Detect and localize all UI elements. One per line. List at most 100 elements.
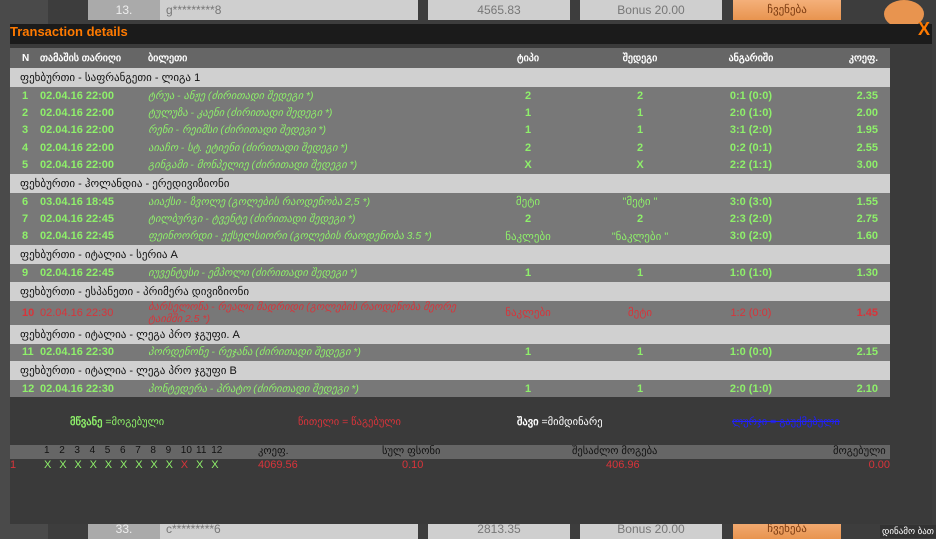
summary-possible: 406.96 [606, 459, 640, 471]
cell-type: 2 [478, 87, 579, 105]
color-legend: მწვანე =მოგებული წითელი = წაგებული შავი … [10, 416, 932, 436]
table-row: 3 02.04.16 22:00 რენი - რეიმსი (ძირითადი შ… [10, 121, 890, 140]
league-group-row: ფეხბურთი - ჰოლანდია - ერედივიზიონი [10, 173, 890, 193]
show-button[interactable]: ჩვენება [733, 0, 841, 20]
legend-black: შავი =მიმდინარე [517, 416, 603, 428]
event-status-mark: X [196, 459, 204, 471]
cell-ticket: რენი - რეიმსი (ძირითადი შედეგი *) [148, 121, 478, 140]
bonus: Bonus 20.00 [580, 0, 722, 20]
cell-date: 02.04.16 22:00 [40, 139, 148, 157]
cell-coef: 2.75 [799, 210, 890, 228]
column-header: N [10, 48, 40, 68]
cell-coef: 2.55 [799, 139, 890, 157]
event-number: 2 [59, 445, 65, 456]
cell-coef: 2.35 [799, 87, 890, 105]
event-status-mark: X [135, 459, 143, 471]
summary-row: 1 4069.56 0.10 406.96 0.00 XXXXXXXXXXXX [10, 459, 890, 473]
column-header: ანგარიში [701, 48, 800, 68]
cell-n: 9 [10, 264, 40, 282]
league-name: ფეხბურთი - იტალია - ლეგა პრო ჯგუფი. A [10, 324, 890, 344]
cell-score: 3:1 (2:0) [701, 121, 800, 140]
table-row: 7 02.04.16 22:45 ტილბურგი - ტვენტე (ძირითა… [10, 210, 890, 228]
summary-stake: 0.10 [402, 459, 424, 471]
cell-result: "მეტი " [578, 192, 702, 211]
cell-result: 1 [578, 264, 702, 282]
amount: 4565.83 [428, 0, 570, 20]
event-number: 10 [180, 445, 192, 456]
corner-label: დინამო ბათ [880, 525, 936, 538]
cell-score: 2:3 (2:0) [701, 210, 800, 228]
league-name: ფეხბურთი - საფრანგეთი - ლიგა 1 [10, 68, 890, 87]
cell-date: 02.04.16 22:00 [40, 156, 148, 174]
cell-coef: 1.60 [799, 227, 890, 246]
event-status-mark: X [74, 459, 82, 471]
cell-ticket: აიაქსი - ზვოლე (გოლების რაოდენობა 2,5 *) [148, 192, 478, 211]
cell-type: 1 [478, 343, 579, 361]
cell-n: 11 [10, 343, 40, 361]
league-name: ფეხბურთი - იტალია - სერია A [10, 245, 890, 265]
cell-type: 1 [478, 121, 579, 140]
event-status-mark: X [165, 459, 173, 471]
event-status-mark: X [120, 459, 128, 471]
cell-n: 12 [10, 379, 40, 398]
cell-n: 7 [10, 210, 40, 228]
transactions-table: Nთამაშის თარიღი ბილეთი ტიპი შედეგი ანგარიში კ… [10, 48, 890, 398]
event-number: 7 [135, 445, 141, 456]
cell-result: 1 [578, 343, 702, 361]
close-button[interactable]: X [918, 20, 930, 38]
cell-ticket: ტრუა - ანჟე (ძირითადი შედეგი *) [148, 87, 478, 105]
cell-result: 2 [578, 210, 702, 228]
cell-score: 0:1 (0:0) [701, 87, 800, 105]
event-status-mark: X [59, 459, 67, 471]
cell-coef: 1.45 [799, 300, 890, 325]
cell-type: 1 [478, 264, 579, 282]
cell-date: 02.04.16 22:00 [40, 87, 148, 105]
cell-n: 8 [10, 227, 40, 246]
league-name: ფეხბურთი - ესპანეთი - პრიმერა დივიზიონი [10, 281, 890, 301]
cell-date: 02.04.16 22:30 [40, 343, 148, 361]
cell-type: 2 [478, 139, 579, 157]
event-status-mark: X [211, 459, 219, 471]
rank: 13. [88, 0, 160, 20]
summary-n: 1 [10, 459, 17, 471]
leaderboard-row: 13. g*********8 4565.83 Bonus 20.00 ჩვენ… [0, 0, 936, 28]
column-header: ტიპი [478, 48, 579, 68]
league-group-row: ფეხბურთი - ესპანეთი - პრიმერა დივიზიონი [10, 281, 890, 301]
cell-ticket: პორდენონე - რეჯანა (ძირითადი შედეგი *) [148, 343, 478, 361]
table-row: 2 02.04.16 22:00 ტულუზა - კაენი (ძირითადი … [10, 104, 890, 122]
summary-won: 0.00 [868, 459, 890, 471]
cell-date: 02.04.16 22:30 [40, 300, 148, 325]
cell-result: 2 [578, 87, 702, 105]
event-number: 6 [120, 445, 126, 456]
cell-type: ნაკლები [478, 227, 579, 246]
table-row: 11 02.04.16 22:30 პორდენონე - რეჯანა (ძირი… [10, 343, 890, 361]
cell-coef: 3.00 [799, 156, 890, 174]
league-group-row: ფეხბურთი - იტალია - ლეგა პრო ჯგუფი B [10, 360, 890, 380]
event-number: 5 [104, 445, 111, 456]
cell-type: მეტი [478, 192, 579, 211]
cell-n: 5 [10, 156, 40, 174]
cell-date: 02.04.16 22:45 [40, 227, 148, 246]
cell-ticket: ბარსელონა - რეალი მადრიდი (გოლების რაოდე… [148, 300, 478, 325]
event-number: 1 [44, 445, 50, 456]
cell-score: 2:0 (1:0) [701, 379, 800, 398]
legend-blue: ლურჯი = გაუქმებული [732, 416, 840, 428]
table-row: 6 03.04.16 18:45 აიაქსი - ზვოლე (გოლების რ… [10, 192, 890, 211]
cell-coef: 1.30 [799, 264, 890, 282]
cell-ticket: პონტედერა - პრატო (ძირითადი შედეგი *) [148, 379, 478, 398]
transaction-details-modal: Transaction details X Nთამაშის თარიღი ბილ… [10, 20, 932, 524]
cell-ticket: აიაჩო - სტ. ეტიენი (ძირითადი შედეგი *) [148, 139, 478, 157]
cell-ticket: ტილბურგი - ტვენტე (ძირითადი შედეგი *) [148, 210, 478, 228]
cell-n: 10 [10, 300, 40, 325]
cell-ticket: ფეინოორდი - ექსელსიორი (გოლების რაოდენობ… [148, 227, 478, 246]
column-header: ბილეთი [148, 48, 478, 68]
cell-ticket: იუვენტუსი - ემპოლი (ძირითადი შედეგი *) [148, 264, 478, 282]
table-row: 5 02.04.16 22:00 გინგამი - მონპელიე (ძირით… [10, 156, 890, 174]
cell-result: X [578, 156, 702, 174]
summary-coef-header: კოეფ. [258, 445, 289, 457]
cell-date: 03.04.16 18:45 [40, 192, 148, 211]
username: g*********8 [160, 0, 418, 20]
cell-result: 1 [578, 121, 702, 140]
cell-score: 1:2 (0:0) [701, 300, 800, 325]
table-row: 12 02.04.16 22:30 პონტედერა - პრატო (ძირით… [10, 379, 890, 398]
